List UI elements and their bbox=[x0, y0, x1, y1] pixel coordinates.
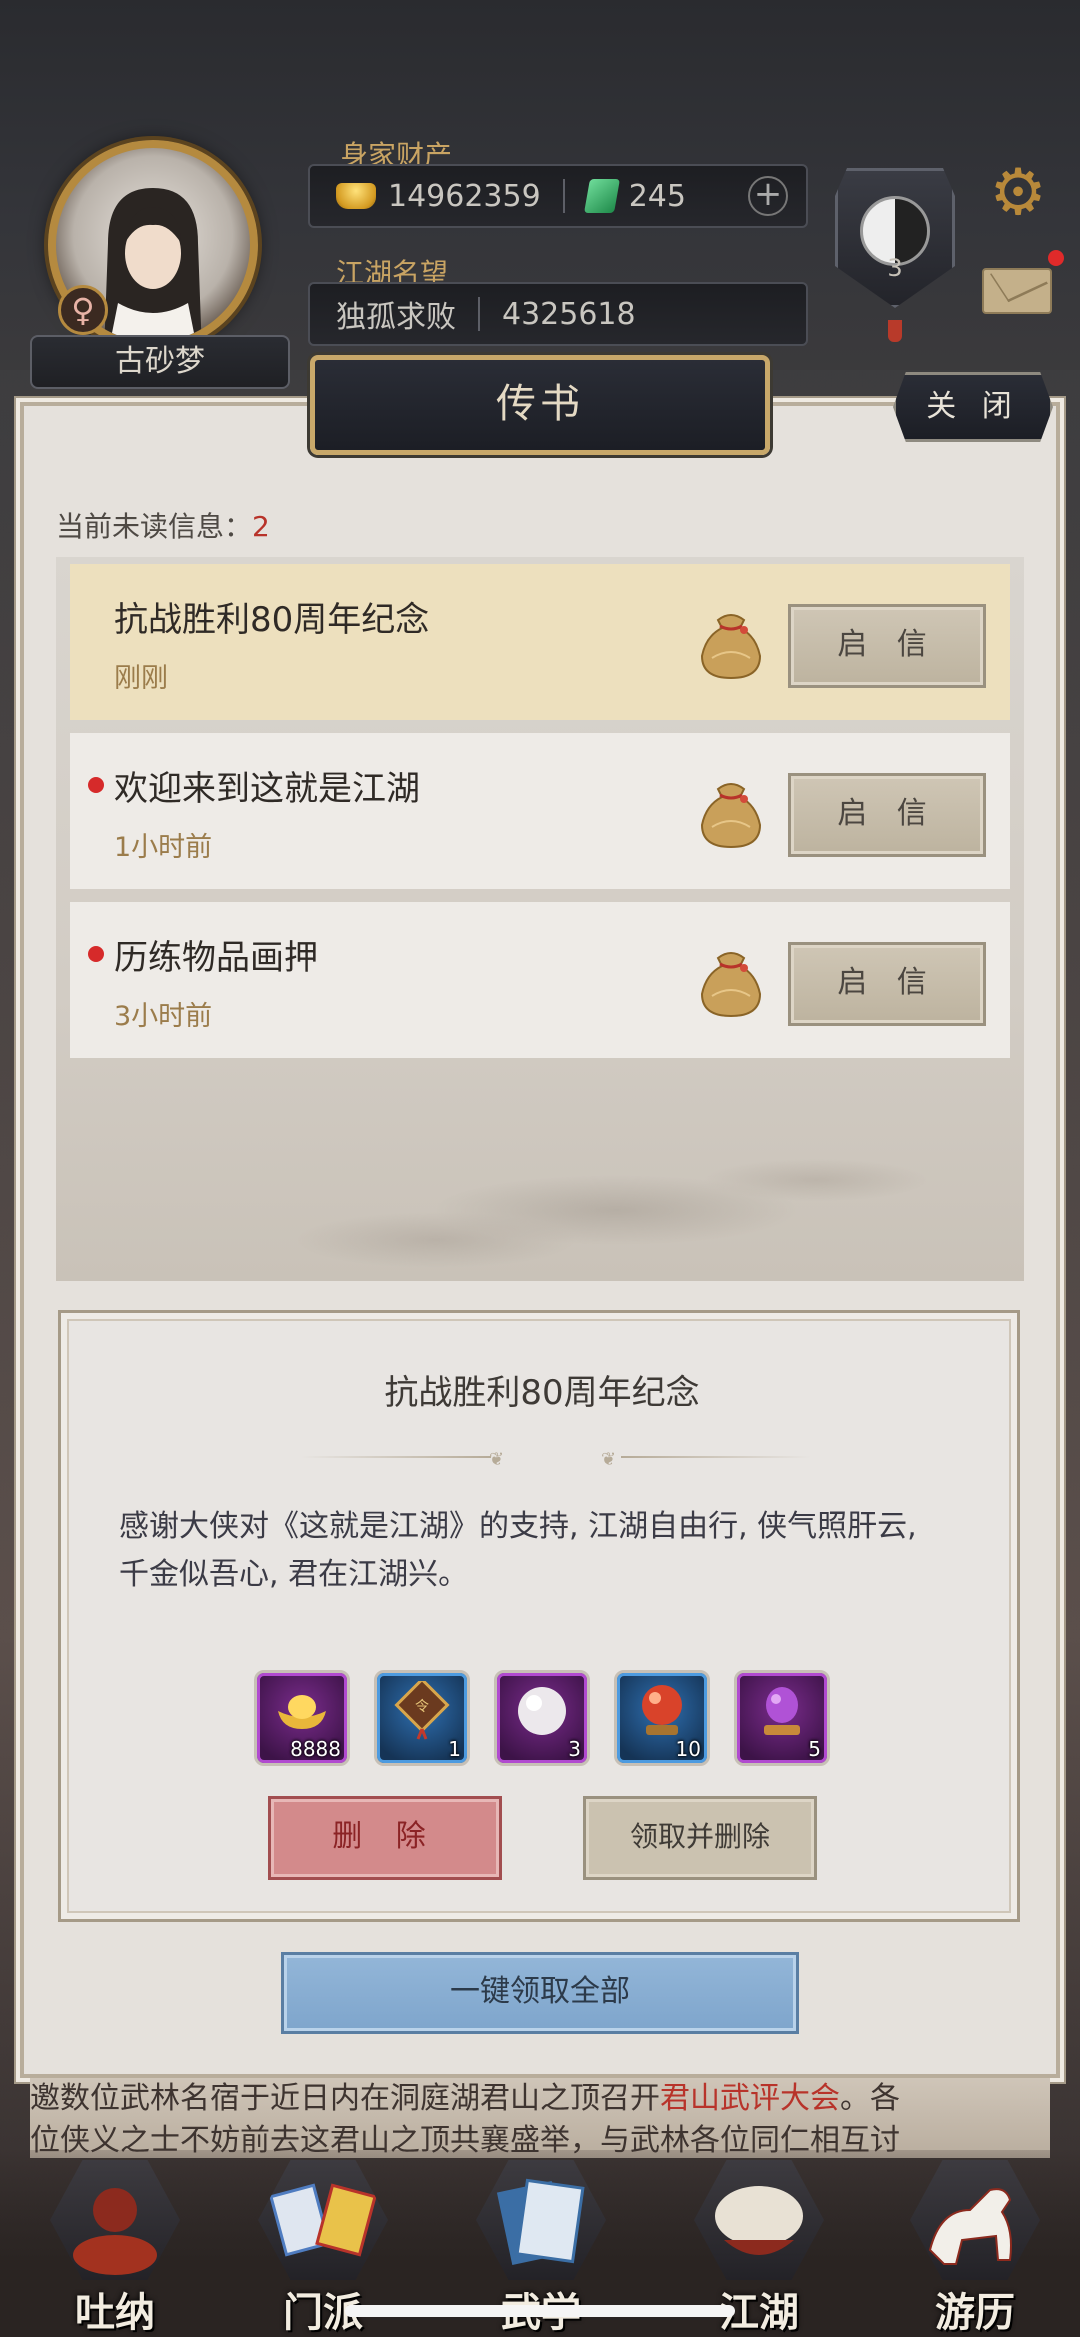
red-orb-icon bbox=[642, 1684, 682, 1735]
fame-bar: 独孤求败 4325618 bbox=[308, 282, 808, 346]
gift-pouch-icon bbox=[700, 614, 762, 680]
close-button[interactable]: 关 闭 bbox=[893, 372, 1053, 442]
nav-item-tuna[interactable]: 吐纳 bbox=[40, 2160, 190, 2336]
panel-title: 传书 bbox=[310, 355, 770, 455]
message-item[interactable]: 抗战胜利80周年纪念 刚刚 启 信 bbox=[70, 564, 1010, 720]
message-time: 1小时前 bbox=[114, 832, 213, 863]
pearl-icon bbox=[518, 1686, 566, 1735]
reward-item[interactable]: 10 bbox=[614, 1670, 710, 1766]
reward-item[interactable]: 令 1 bbox=[374, 1670, 470, 1766]
nav-label: 吐纳 bbox=[75, 2289, 155, 2336]
gear-icon[interactable]: ⚙ bbox=[985, 160, 1051, 226]
gold-ingot-icon bbox=[336, 183, 376, 209]
ink-landscape-decoration bbox=[56, 1040, 1024, 1280]
message-time: 3小时前 bbox=[114, 1001, 213, 1032]
news-line: 邀数位武林名宿于近日内在洞庭湖君山之顶召开君山武评大会。各 bbox=[30, 2078, 1050, 2120]
divider bbox=[562, 179, 565, 213]
message-item[interactable]: 欢迎来到这就是江湖 1小时前 启 信 bbox=[70, 733, 1010, 889]
open-letter-button[interactable]: 启 信 bbox=[788, 942, 986, 1026]
reward-item[interactable]: 5 bbox=[734, 1670, 830, 1766]
player-name: 古砂梦 bbox=[30, 335, 290, 389]
mail-icon[interactable] bbox=[982, 268, 1052, 314]
unread-label: 当前未读信息： bbox=[56, 510, 253, 543]
flourish-icon: ❦ bbox=[489, 1449, 505, 1470]
avatar-portrait bbox=[104, 187, 202, 342]
nav-item-youli[interactable]: 游历 bbox=[900, 2160, 1050, 2336]
reward-item[interactable]: 8888 bbox=[254, 1670, 350, 1766]
notification-dot bbox=[1048, 250, 1064, 266]
home-indicator[interactable] bbox=[345, 2305, 735, 2317]
gold-amount: 14962359 bbox=[388, 178, 541, 214]
claim-and-delete-button[interactable]: 领取并删除 bbox=[583, 1796, 817, 1880]
news-ticker: 邀数位武林名宿于近日内在洞庭湖君山之顶召开君山武评大会。各 位侠义之士不妨前去这… bbox=[30, 2078, 1050, 2158]
martial-book-icon bbox=[476, 2160, 606, 2280]
fame-value: 4325618 bbox=[502, 296, 636, 332]
wealth-bar: 14962359 245 + bbox=[308, 164, 808, 228]
message-title: 抗战胜利80周年纪念 bbox=[114, 600, 430, 640]
gift-pouch-icon bbox=[700, 952, 762, 1018]
unread-info: 当前未读信息：2 bbox=[56, 505, 270, 545]
message-time: 刚刚 bbox=[114, 663, 168, 694]
detail-body-line: 千金似吾心, 君在江湖兴。 bbox=[119, 1557, 469, 1592]
message-title: 历练物品画押 bbox=[114, 938, 318, 978]
token-plaque-icon: 令 bbox=[394, 1680, 450, 1740]
detail-body: 感谢大侠对《这就是江湖》的支持, 江湖自由行, 侠气照肝云, 千金似吾心, 君在… bbox=[119, 1503, 969, 1599]
news-text: 邀数位武林名宿于近日内在洞庭湖君山之顶召开 bbox=[30, 2081, 660, 2116]
detail-title: 抗战胜利80周年纪念 bbox=[384, 1373, 700, 1413]
flourish-icon: ❦ bbox=[601, 1449, 617, 1470]
level-number: 3 bbox=[887, 254, 903, 282]
reward-count: 5 bbox=[808, 1737, 821, 1761]
reward-count: 8888 bbox=[290, 1737, 341, 1761]
news-text: 。各 bbox=[840, 2081, 900, 2116]
unread-count: 2 bbox=[252, 510, 270, 543]
detail-body-line: 感谢大侠对《这就是江湖》的支持, 江湖自由行, 侠气照肝云, bbox=[119, 1509, 917, 1544]
reward-count: 10 bbox=[675, 1737, 701, 1761]
gift-pouch-icon bbox=[700, 783, 762, 849]
jade-icon bbox=[583, 179, 620, 213]
gender-icon: ♀ bbox=[58, 285, 108, 335]
divider bbox=[301, 1456, 491, 1458]
tassel-icon bbox=[888, 320, 902, 342]
message-title: 欢迎来到这就是江湖 bbox=[114, 769, 420, 809]
gold-ingot-icon bbox=[278, 1694, 326, 1729]
horse-icon bbox=[910, 2160, 1040, 2280]
unread-dot bbox=[88, 777, 104, 793]
meditation-icon bbox=[50, 2160, 180, 2280]
fame-title: 独孤求败 bbox=[336, 300, 456, 335]
straw-hat-icon bbox=[694, 2160, 824, 2280]
purple-gem-icon bbox=[764, 1686, 800, 1735]
reward-count: 1 bbox=[448, 1737, 461, 1761]
add-currency-button[interactable]: + bbox=[748, 176, 788, 216]
news-highlight[interactable]: 君山武评大会 bbox=[660, 2081, 840, 2116]
message-detail: 抗战胜利80周年纪念 ❦ ❦ 感谢大侠对《这就是江湖》的支持, 江湖自由行, 侠… bbox=[58, 1310, 1020, 1922]
delete-button[interactable]: 删 除 bbox=[268, 1796, 502, 1880]
jade-amount: 245 bbox=[628, 178, 686, 214]
divider bbox=[478, 297, 480, 331]
sect-banner-icon bbox=[258, 2160, 388, 2280]
divider bbox=[621, 1456, 811, 1458]
reward-item[interactable]: 3 bbox=[494, 1670, 590, 1766]
unread-dot bbox=[88, 946, 104, 962]
nav-label: 游历 bbox=[935, 2289, 1015, 2336]
reward-count: 3 bbox=[568, 1737, 581, 1761]
svg-text:令: 令 bbox=[415, 1699, 429, 1715]
open-letter-button[interactable]: 启 信 bbox=[788, 604, 986, 688]
claim-all-button[interactable]: 一键领取全部 bbox=[281, 1952, 799, 2034]
open-letter-button[interactable]: 启 信 bbox=[788, 773, 986, 857]
message-item[interactable]: 历练物品画押 3小时前 启 信 bbox=[70, 902, 1010, 1058]
